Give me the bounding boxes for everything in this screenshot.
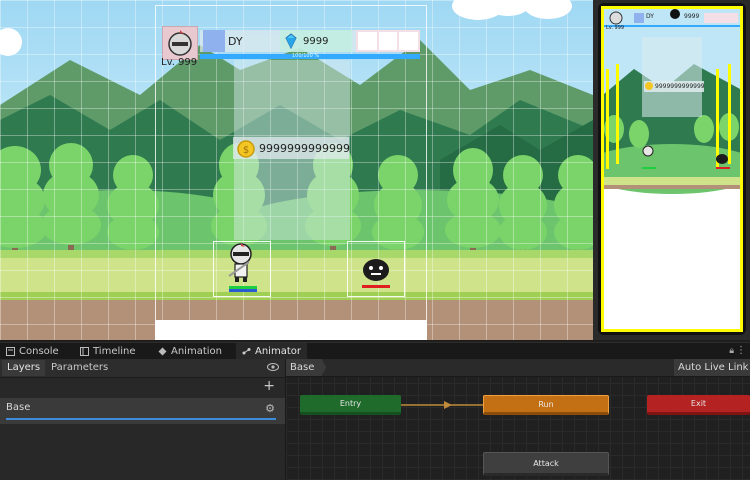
exp-bar: 100/100 % <box>200 53 420 59</box>
game-screen: Lv. 999 DY 9999 9999999999999 <box>604 9 740 329</box>
tab-animation[interactable]: Animation <box>152 343 228 360</box>
layer-weight-bar <box>6 418 276 420</box>
console-icon <box>6 347 15 356</box>
diamond-icon <box>285 33 297 49</box>
camera-notch <box>670 9 680 19</box>
game-screen-render <box>604 9 740 194</box>
player-name: DY <box>228 35 243 48</box>
coin-icon: $ <box>237 140 255 158</box>
game-player-name: DY <box>646 13 654 20</box>
timeline-icon <box>80 347 89 356</box>
tab-timeline[interactable]: Timeline <box>74 343 142 360</box>
player-avatar[interactable] <box>162 26 198 60</box>
add-layer-button[interactable]: + <box>263 377 275 395</box>
state-exit[interactable]: Exit <box>647 395 750 415</box>
knight-icon <box>168 30 192 56</box>
item-slots <box>356 30 420 52</box>
editor-tab-bar: Console Timeline Animation Animator 🔒︎ ⋮ <box>0 342 750 360</box>
tab-animation-label: Animation <box>171 346 222 357</box>
safe-area-border: Lv. 999 DY 9999 9999999999999 <box>601 6 743 332</box>
tab-layers[interactable]: Layers <box>2 360 46 376</box>
tab-console-label: Console <box>19 346 59 357</box>
knight-player-icon[interactable] <box>225 242 259 284</box>
panel-subtabs: Layers Parameters <box>0 359 285 378</box>
gem-count: 9999 <box>303 36 329 47</box>
coin-count: 9999999999999 <box>259 142 350 155</box>
game-level-label: Lv. 999 <box>606 25 625 31</box>
level-label: Lv. 999 <box>161 57 198 68</box>
game-view[interactable]: Lv. 999 DY 9999 9999999999999 <box>593 0 750 340</box>
player-mp-bar <box>229 289 257 292</box>
state-entry[interactable]: Entry <box>300 395 401 415</box>
enemy-hp-bar <box>362 285 390 288</box>
animation-icon <box>158 347 167 356</box>
layer-row-base[interactable]: Base ⚙ <box>0 398 285 424</box>
scene-view[interactable]: Lv. 999 DY 9999 100/100 % $ 999999999999… <box>0 0 593 340</box>
tab-parameters[interactable]: Parameters <box>46 360 113 376</box>
game-gem-count: 9999 <box>684 13 700 20</box>
tab-timeline-label: Timeline <box>93 346 136 357</box>
eye-icon[interactable] <box>267 362 279 372</box>
tab-console[interactable]: Console <box>0 343 65 360</box>
tab-animator-label: Animator <box>255 346 301 357</box>
device-frame: Lv. 999 DY 9999 9999999999999 <box>598 3 746 335</box>
more-menu-icon[interactable]: ⋮ <box>736 345 746 356</box>
animator-icon <box>242 348 251 355</box>
layer-name: Base <box>6 402 31 413</box>
animator-graph[interactable]: Base Auto Live Link Entry Run Exit Attac… <box>286 359 750 480</box>
lock-icon[interactable]: 🔒︎ <box>729 346 734 356</box>
state-run[interactable]: Run <box>483 395 609 415</box>
tab-animator[interactable]: Animator <box>236 343 307 360</box>
exp-bar-text: 100/100 % <box>292 53 320 59</box>
game-coin-count: 9999999999999 <box>655 83 705 90</box>
svg-text:$: $ <box>243 145 249 156</box>
slime-enemy-icon[interactable] <box>361 258 391 282</box>
animator-layers-panel: Layers Parameters + Base ⚙ <box>0 359 286 480</box>
gear-icon[interactable]: ⚙ <box>265 402 275 415</box>
player-name-box <box>203 30 225 52</box>
state-attack[interactable]: Attack <box>483 452 609 476</box>
